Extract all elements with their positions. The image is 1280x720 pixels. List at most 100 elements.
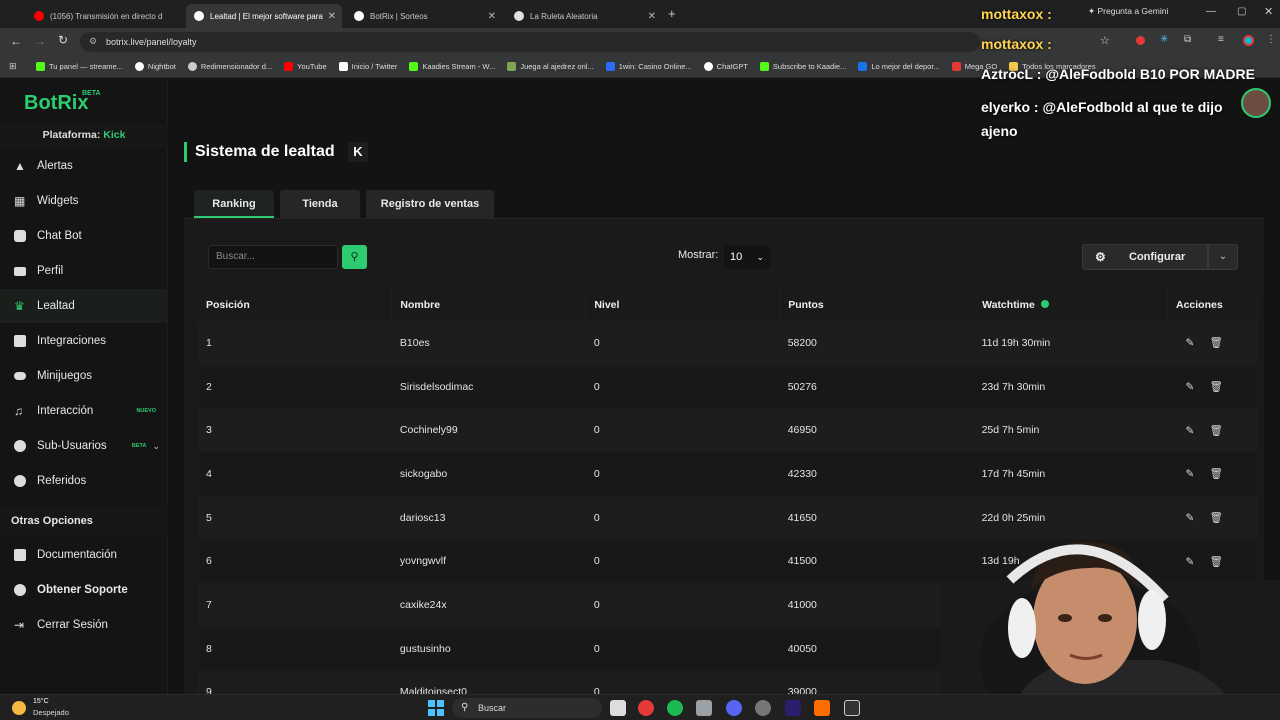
sidebar-item-documentacion[interactable]: Documentación bbox=[0, 538, 168, 572]
browser-tab-lealtad[interactable]: Lealtad | El mejor software para ✕ bbox=[186, 4, 342, 28]
sidebar-item-referidos[interactable]: Referidos bbox=[0, 464, 168, 498]
sidebar-item-integraciones[interactable]: Integraciones bbox=[0, 324, 168, 358]
chevron-down-icon[interactable]: ⌄ bbox=[152, 441, 160, 452]
menu-list-icon[interactable]: ≡ bbox=[1218, 34, 1224, 45]
site-info-icon[interactable]: ⚙ bbox=[89, 36, 97, 47]
sidebar-item-widgets[interactable]: ▦ Widgets bbox=[0, 184, 168, 218]
sports-icon bbox=[858, 62, 868, 71]
new-tab-button[interactable]: + bbox=[668, 6, 676, 21]
premiere-icon[interactable] bbox=[785, 700, 801, 716]
configure-dropdown-button[interactable]: ⌄ bbox=[1208, 244, 1238, 270]
edit-pencil-icon[interactable]: ✎ bbox=[1185, 381, 1195, 393]
sidebar-item-alertas[interactable]: ▲ Alertas bbox=[0, 149, 168, 183]
browser-tab-sorteos[interactable]: BotRix | Sorteos ✕ bbox=[346, 4, 502, 28]
tab-ranking[interactable]: Ranking bbox=[194, 190, 274, 218]
bookmark-item[interactable]: Inicio / Twitter bbox=[338, 62, 397, 71]
bookmark-item[interactable]: Redimensionador d... bbox=[187, 62, 272, 71]
edit-pencil-icon[interactable]: ✎ bbox=[1185, 425, 1195, 437]
apps-grid-icon[interactable]: ⊞ bbox=[9, 61, 17, 72]
bookmark-item[interactable]: Juega al ajedrez onl... bbox=[507, 62, 594, 71]
tab-tienda[interactable]: Tienda bbox=[280, 190, 360, 218]
sidebar-item-label: Interacción bbox=[37, 405, 94, 417]
trash-icon[interactable]: 🗑 bbox=[1209, 424, 1222, 437]
column-header[interactable]: Puntos bbox=[779, 289, 975, 321]
minimize-icon[interactable]: — bbox=[1206, 6, 1216, 17]
sidebar-item-minijuegos[interactable]: Minijuegos bbox=[0, 359, 168, 393]
bookmark-item[interactable]: 1win: Casino Online... bbox=[605, 62, 692, 71]
maximize-icon[interactable]: ▢ bbox=[1237, 6, 1246, 17]
points-cell: 42330 bbox=[787, 467, 817, 480]
gamepad-icon bbox=[14, 372, 26, 380]
platform-indicator[interactable]: Plataforma: Kick bbox=[0, 124, 168, 148]
taskbar-search[interactable]: ⚲ Buscar bbox=[452, 698, 602, 718]
tab-registro-ventas[interactable]: Registro de ventas bbox=[366, 190, 494, 218]
browser-tab-youtube[interactable]: (1056) Transmisión en directo d bbox=[26, 4, 182, 28]
task-view-icon[interactable] bbox=[610, 700, 626, 716]
actions-cell: ✎🗑 bbox=[1167, 452, 1257, 496]
extension-icon[interactable]: ✳ bbox=[1160, 34, 1168, 45]
position-cell: 6 bbox=[206, 555, 212, 568]
bookmark-item[interactable]: Kaadies Stream - W... bbox=[409, 62, 495, 71]
back-icon[interactable]: ← bbox=[10, 34, 22, 48]
search-input[interactable]: Buscar... bbox=[208, 245, 338, 269]
edit-pencil-icon[interactable]: ✎ bbox=[1185, 337, 1195, 349]
sidebar-item-perfil[interactable]: Perfil bbox=[0, 254, 168, 288]
trash-icon[interactable]: 🗑 bbox=[1209, 467, 1222, 480]
bookmark-item[interactable]: Lo mejor del depor... bbox=[858, 62, 940, 71]
windows-start-icon[interactable] bbox=[428, 700, 444, 716]
chat-user: mottaxox bbox=[981, 6, 1044, 22]
sidebar-item-interaccion[interactable]: ♫ Interacción NUEVO bbox=[0, 394, 168, 428]
forward-icon[interactable]: → bbox=[34, 34, 46, 48]
app-icon[interactable] bbox=[696, 700, 712, 716]
sidebar-item-soporte[interactable]: Obtener Soporte bbox=[0, 573, 168, 607]
bookmark-item[interactable]: Tu panel — streame... bbox=[36, 62, 123, 71]
column-header[interactable]: Watchtime bbox=[973, 289, 1168, 321]
edit-pencil-icon[interactable]: ✎ bbox=[1185, 468, 1195, 480]
browser-tab-ruleta[interactable]: La Ruleta Aleatoria ✕ bbox=[506, 4, 662, 28]
capcut-icon[interactable] bbox=[844, 700, 860, 716]
bookmark-item[interactable]: ChatGPT bbox=[703, 62, 748, 71]
reload-icon[interactable]: ↻ bbox=[58, 33, 68, 47]
info-icon[interactable] bbox=[1040, 300, 1049, 308]
page-size-select[interactable]: 10 ⌄ bbox=[724, 245, 770, 269]
bookmark-star-icon[interactable]: ☆ bbox=[1100, 34, 1110, 47]
discord-icon[interactable] bbox=[726, 700, 742, 716]
trash-icon[interactable]: 🗑 bbox=[1209, 336, 1222, 349]
bookmark-item[interactable]: Nightbot bbox=[134, 62, 176, 71]
spotify-icon[interactable] bbox=[667, 700, 683, 716]
puzzle-icon[interactable]: ⧉ bbox=[1184, 34, 1191, 45]
trash-icon[interactable]: 🗑 bbox=[1209, 380, 1222, 393]
bookmark-label: ChatGPT bbox=[716, 62, 748, 71]
app-icon[interactable] bbox=[814, 700, 830, 716]
column-header[interactable]: Nombre bbox=[391, 289, 587, 321]
watchtime-cell: 23d 7h 30min bbox=[981, 380, 1046, 393]
bookmark-item[interactable]: YouTube bbox=[284, 62, 327, 71]
obs-icon[interactable] bbox=[755, 700, 771, 716]
close-tab-icon[interactable]: ✕ bbox=[328, 11, 336, 22]
platform-label: Plataforma: bbox=[42, 129, 101, 141]
close-tab-icon[interactable]: ✕ bbox=[648, 11, 656, 22]
extension-icon[interactable] bbox=[1136, 36, 1145, 45]
profile-avatar[interactable] bbox=[1243, 35, 1254, 46]
sidebar-item-lealtad[interactable]: ♛ Lealtad bbox=[0, 289, 168, 323]
column-header[interactable]: Nivel bbox=[585, 289, 781, 321]
column-header[interactable]: Posición bbox=[198, 289, 393, 321]
sidebar-item-cerrar-sesion[interactable]: ⇥ Cerrar Sesión bbox=[0, 608, 168, 642]
bookmark-label: 1win: Casino Online... bbox=[618, 62, 692, 71]
kebab-menu-icon[interactable]: ⋮ bbox=[1266, 34, 1276, 45]
kick-icon bbox=[36, 62, 45, 71]
configure-button[interactable]: ⚙ Configurar bbox=[1082, 244, 1208, 270]
bookmark-item[interactable]: Subscribe to Kaadie... bbox=[759, 62, 846, 71]
url-field[interactable]: ⚙ botrix.live/panel/loyalty bbox=[80, 32, 980, 52]
search-button[interactable]: ⚲ bbox=[342, 245, 367, 269]
botrix-icon bbox=[194, 11, 204, 21]
close-window-icon[interactable]: ✕ bbox=[1264, 5, 1273, 18]
gemini-button[interactable]: ✦ Pregunta a Gemini bbox=[1088, 6, 1168, 17]
close-tab-icon[interactable]: ✕ bbox=[488, 11, 496, 22]
botrix-logo[interactable]: BotRix BETA bbox=[24, 90, 101, 115]
sidebar-item-sub-usuarios[interactable]: Sub-Usuarios BETA ⌄ bbox=[0, 429, 168, 463]
chrome-icon[interactable] bbox=[638, 700, 654, 716]
name-cell: caxike24x bbox=[399, 598, 447, 611]
sidebar-item-chat-bot[interactable]: Chat Bot bbox=[0, 219, 168, 253]
sidebar-item-label: Chat Bot bbox=[37, 230, 82, 242]
